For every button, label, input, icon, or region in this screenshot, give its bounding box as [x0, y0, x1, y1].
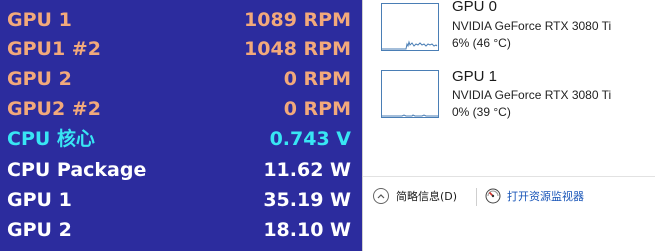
task-manager-performance-panel: GPU 0 NVIDIA GeForce RTX 3080 Ti 6% (46 …	[362, 0, 655, 251]
sensor-label: GPU 2	[7, 68, 72, 90]
sensor-label: CPU 核心	[7, 128, 95, 150]
footer-separator	[476, 188, 477, 206]
fewer-details-button[interactable]: 简略信息(D)	[373, 188, 457, 204]
gpu-1-usage-graph	[381, 70, 439, 118]
sensor-label: GPU1 #2	[7, 38, 101, 60]
sensor-row-gpu2-power: GPU 2 18.10 W	[0, 216, 362, 245]
gpu-0-model: NVIDIA GeForce RTX 3080 Ti	[452, 19, 612, 33]
sensor-value: 0.743 V	[269, 128, 351, 150]
gpu-1-sparkline	[382, 114, 438, 117]
sensor-row-cpu-core-voltage: CPU 核心 0.743 V	[0, 125, 362, 154]
sensor-row-gpu2-fan2: GPU2 #2 0 RPM	[0, 95, 362, 124]
fewer-details-label: 简略信息(D)	[396, 190, 458, 203]
sensor-value: 1089 RPM	[244, 9, 351, 31]
gpu-1-title: GPU 1	[452, 68, 498, 85]
sensor-label: CPU Package	[7, 159, 147, 181]
footer-divider	[363, 176, 655, 177]
sensor-row-gpu1-fan2: GPU1 #2 1048 RPM	[0, 35, 362, 64]
sensor-label: GPU 1	[7, 9, 72, 31]
sensor-value: 18.10 W	[263, 219, 351, 241]
hardware-monitor-overlay: GPU 1 1089 RPM GPU1 #2 1048 RPM GPU 2 0 …	[0, 0, 362, 251]
sensor-value: 11.62 W	[263, 159, 351, 181]
sensor-value: 0 RPM	[283, 98, 351, 120]
panel-bottom-area	[363, 224, 655, 251]
sensor-row-gpu1-power: GPU 1 35.19 W	[0, 186, 362, 215]
gpu-1-model: NVIDIA GeForce RTX 3080 Ti	[452, 88, 612, 102]
sensor-row-gpu2-fan: GPU 2 0 RPM	[0, 65, 362, 94]
sensor-label: GPU2 #2	[7, 98, 101, 120]
sensor-label: GPU 1	[7, 189, 72, 211]
open-resource-monitor-label: 打开资源监视器	[507, 190, 584, 203]
sensor-value: 35.19 W	[263, 189, 351, 211]
sensor-row-gpu1-fan: GPU 1 1089 RPM	[0, 6, 362, 35]
sensor-value: 0 RPM	[283, 68, 351, 90]
sensor-row-cpu-package-power: CPU Package 11.62 W	[0, 156, 362, 185]
resource-monitor-icon	[485, 188, 501, 204]
gpu-0-sparkline	[382, 40, 438, 50]
gpu-1-item[interactable]: GPU 1 NVIDIA GeForce RTX 3080 Ti 0% (39 …	[363, 68, 655, 130]
gpu-0-title: GPU 0	[452, 0, 498, 15]
open-resource-monitor-link[interactable]: 打开资源监视器	[485, 188, 584, 204]
gpu-0-usage: 6% (46 °C)	[452, 36, 511, 50]
task-manager-footer: 简略信息(D) 打开资源监视器	[363, 180, 655, 214]
sensor-label: GPU 2	[7, 219, 72, 241]
sensor-value: 1048 RPM	[244, 38, 351, 60]
gpu-0-item[interactable]: GPU 0 NVIDIA GeForce RTX 3080 Ti 6% (46 …	[363, 0, 655, 62]
gpu-1-usage: 0% (39 °C)	[452, 105, 511, 119]
chevron-up-circle-icon	[373, 188, 389, 204]
gpu-0-usage-graph	[381, 3, 439, 51]
